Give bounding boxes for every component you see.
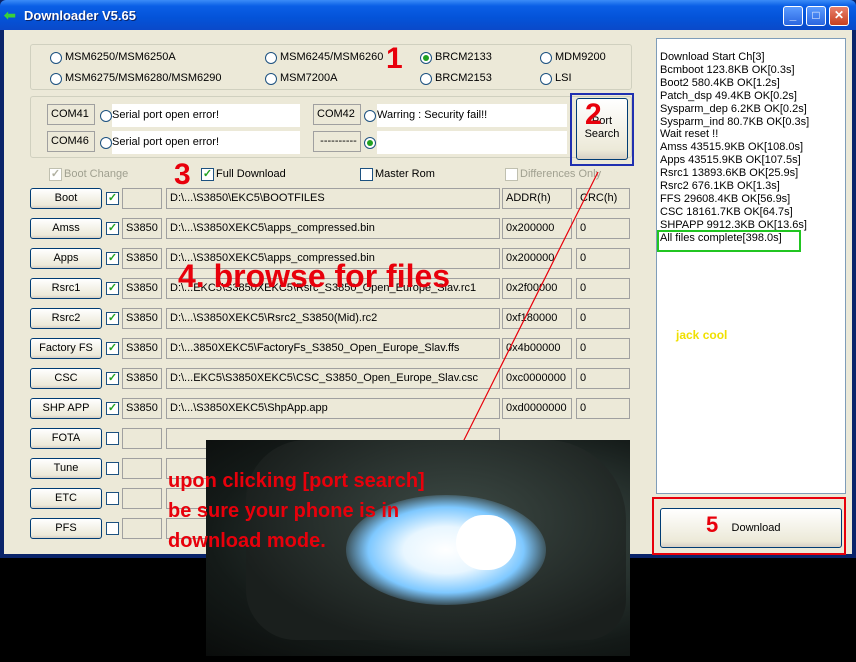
note-line-2: be sure your phone is in <box>168 500 400 522</box>
phone-screen-highlight <box>456 515 516 570</box>
note-line-1: upon clicking [port search] <box>168 470 425 492</box>
note-line-3: download mode. <box>168 530 326 552</box>
